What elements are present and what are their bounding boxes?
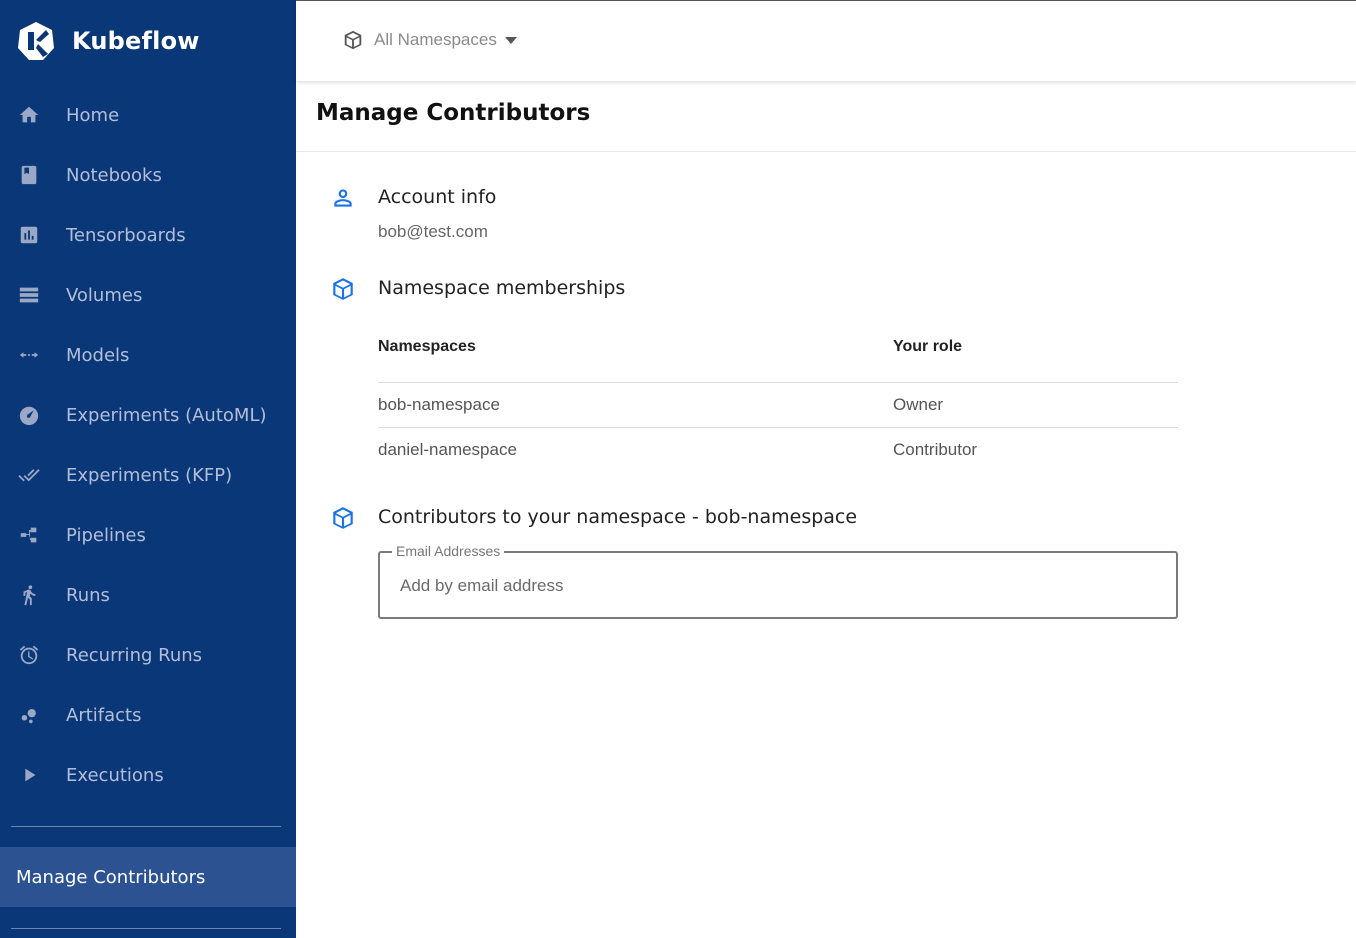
sidebar-item-label: Artifacts <box>66 704 142 726</box>
sidebar-item-label: Manage Contributors <box>16 866 206 888</box>
page-title: Manage Contributors <box>316 100 591 126</box>
sidebar-item-label: Experiments (AutoML) <box>66 404 267 426</box>
sidebar-item-pipelines[interactable]: Pipelines <box>0 505 296 565</box>
namespace-memberships-title: Namespace memberships <box>378 277 626 299</box>
bubbles-icon <box>15 701 43 729</box>
double-check-icon <box>15 461 43 489</box>
sidebar-item-experiments-automl[interactable]: Experiments (AutoML) <box>0 385 296 445</box>
email-addresses-label: Email Addresses <box>392 543 505 559</box>
cube-icon <box>344 30 362 50</box>
email-addresses-field[interactable]: Email Addresses <box>378 543 1178 619</box>
table-divider <box>378 382 1178 383</box>
sidebar-item-label: Executions <box>66 764 164 786</box>
table-cell-role: Contributor <box>893 440 978 459</box>
account-email: bob@test.com <box>378 222 488 241</box>
sidebar-item-home[interactable]: Home <box>0 85 296 145</box>
sidebar-item-tensorboards[interactable]: Tensorboards <box>0 205 296 265</box>
sidebar-nav: Home Notebooks Tensorboards Volumes Mode… <box>0 85 296 805</box>
caret-down-icon <box>504 36 517 44</box>
brand[interactable]: Kubeflow <box>16 20 200 62</box>
sidebar-item-models[interactable]: Models <box>0 325 296 385</box>
cube-icon <box>330 505 356 531</box>
pipeline-icon <box>15 521 43 549</box>
alarm-icon <box>15 641 43 669</box>
sidebar-item-executions[interactable]: Executions <box>0 745 296 805</box>
kubeflow-logo-icon <box>18 22 54 60</box>
cube-icon <box>330 276 356 302</box>
run-icon <box>15 581 43 609</box>
notebook-icon <box>15 161 43 189</box>
column-header-role: Your role <box>893 338 963 355</box>
sidebar-item-label: Recurring Runs <box>66 644 203 666</box>
sidebar-divider <box>11 826 281 827</box>
sidebar-item-volumes[interactable]: Volumes <box>0 265 296 325</box>
sidebar-item-label: Tensorboards <box>66 224 186 246</box>
title-divider <box>296 151 1356 152</box>
brand-name: Kubeflow <box>72 27 200 55</box>
column-header-namespaces: Namespaces <box>378 338 476 355</box>
sidebar-item-label: Models <box>66 344 130 366</box>
sidebar-item-label: Volumes <box>66 284 143 306</box>
chart-icon <box>15 221 43 249</box>
sidebar-item-runs[interactable]: Runs <box>0 565 296 625</box>
namespace-selector[interactable]: All Namespaces <box>342 29 517 51</box>
contributors-title: Contributors to your namespace - bob-nam… <box>378 506 858 528</box>
namespace-selector-label: All Namespaces <box>374 30 497 49</box>
sidebar: Kubeflow Home Notebooks Tensorboards Vol… <box>0 0 296 938</box>
arrows-icon <box>15 341 43 369</box>
sidebar-item-label: Runs <box>66 584 110 606</box>
sidebar-item-label: Home <box>66 104 120 126</box>
sidebar-item-manage-contributors[interactable]: Manage Contributors <box>0 847 296 907</box>
sidebar-item-label: Notebooks <box>66 164 162 186</box>
sidebar-item-artifacts[interactable]: Artifacts <box>0 685 296 745</box>
sidebar-item-recurring-runs[interactable]: Recurring Runs <box>0 625 296 685</box>
storage-icon <box>15 281 43 309</box>
table-cell-role: Owner <box>893 395 944 414</box>
person-icon <box>330 185 356 211</box>
table-divider <box>378 427 1178 428</box>
email-input[interactable] <box>398 575 1142 597</box>
sidebar-item-notebooks[interactable]: Notebooks <box>0 145 296 205</box>
sidebar-divider <box>11 928 281 929</box>
speedometer-icon <box>15 401 43 429</box>
sidebar-item-label: Experiments (KFP) <box>66 464 233 486</box>
account-info-title: Account info <box>378 186 497 208</box>
table-cell-namespace: bob-namespace <box>378 395 500 414</box>
home-icon <box>15 101 43 129</box>
sidebar-item-experiments-kfp[interactable]: Experiments (KFP) <box>0 445 296 505</box>
play-icon <box>15 761 43 789</box>
sidebar-item-label: Pipelines <box>66 524 146 546</box>
table-cell-namespace: daniel-namespace <box>378 440 517 459</box>
top-bar: All Namespaces <box>296 0 1356 81</box>
